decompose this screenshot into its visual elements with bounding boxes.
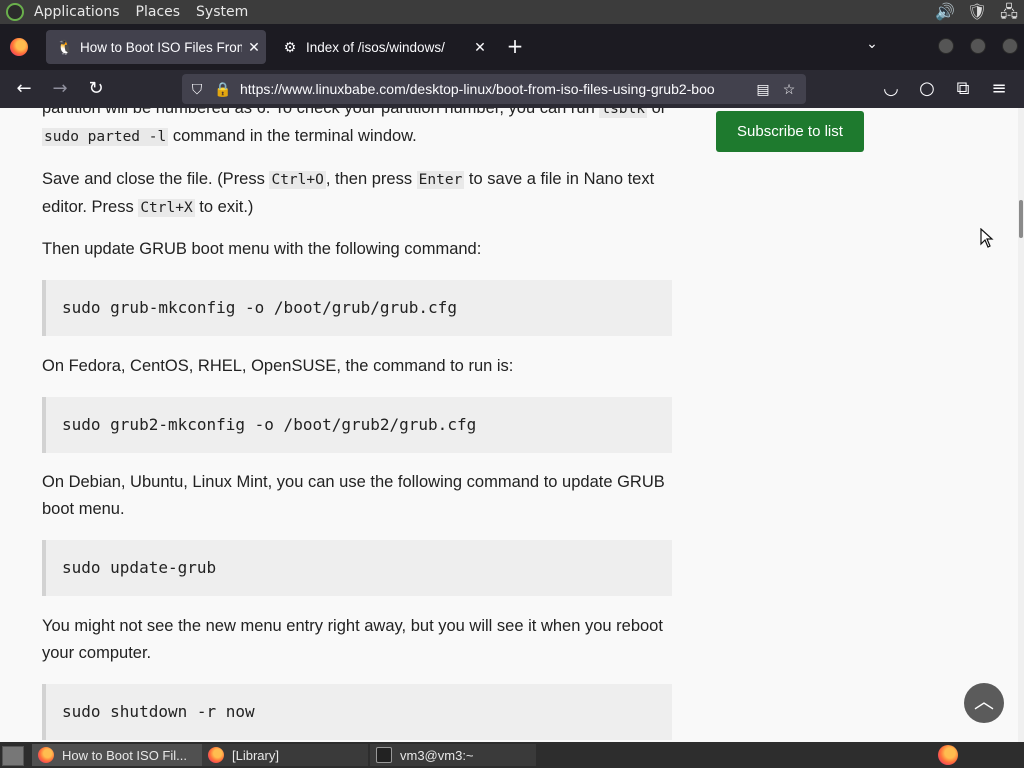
code-command[interactable]: sudo grub2-mkconfig -o /boot/grub2/grub.… <box>62 415 476 434</box>
code-command[interactable]: sudo grub-mkconfig -o /boot/grub/grub.cf… <box>62 298 457 317</box>
inline-code: Ctrl+O <box>269 171 326 189</box>
inline-code: Enter <box>416 171 465 189</box>
taskbar-item-label: [Library] <box>232 747 279 763</box>
inline-code: sudo parted -l <box>42 128 169 146</box>
tab-index-of-isos[interactable]: ⚙ Index of /isos/windows/ ✕ <box>272 30 492 64</box>
mouse-cursor-icon <box>980 228 994 248</box>
account-icon[interactable]: ○ <box>916 78 938 100</box>
paragraph-text: Save and close the file. (Press <box>42 170 265 188</box>
taskbar-item-label: vm3@vm3:~ <box>400 747 474 763</box>
address-bar[interactable]: ⛉ 🔒 https://www.linuxbabe.com/desktop-li… <box>182 74 806 104</box>
desktop-taskbar: How to Boot ISO Fil... [Library] vm3@vm3… <box>0 742 1024 768</box>
scrollbar-thumb[interactable] <box>1019 200 1023 238</box>
show-desktop-icon[interactable] <box>2 746 24 766</box>
taskbar-item-label: How to Boot ISO Fil... <box>62 747 187 763</box>
applications-menu[interactable]: Applications <box>26 0 128 24</box>
code-block[interactable]: sudo grub-mkconfig -o /boot/grub/grub.cf… <box>42 280 672 336</box>
new-tab-plus-icon[interactable]: + <box>504 36 526 56</box>
volume-icon[interactable]: 🔊 <box>934 2 956 22</box>
chevron-down-icon[interactable]: ⌄ <box>862 36 882 52</box>
pocket-icon[interactable]: ◡ <box>880 78 902 100</box>
navigation-toolbar: ← → ↻ ⛉ 🔒 https://www.linuxbabe.com/desk… <box>0 70 1024 108</box>
paragraph-debian-intro: On Debian, Ubuntu, Linux Mint, you can u… <box>42 473 665 518</box>
subscribe-button[interactable]: Subscribe to list <box>716 111 864 152</box>
paragraph-partition-check: partition will be numbered as 6. To chec… <box>42 108 672 151</box>
tracking-shield-icon[interactable]: ⛉ <box>186 81 208 98</box>
tab-title: How to Boot ISO Files From <box>80 39 242 55</box>
folder-icon: ⚙ <box>283 39 297 55</box>
firefox-icon <box>38 747 54 763</box>
code-block[interactable]: sudo shutdown -r now <box>42 684 672 740</box>
places-menu[interactable]: Places <box>128 0 189 24</box>
paragraph-text: partition will be numbered as 6. To chec… <box>42 108 595 117</box>
bookmark-star-icon[interactable]: ☆ <box>778 81 800 98</box>
paragraph-text: or <box>651 108 667 117</box>
back-arrow-icon[interactable]: ← <box>13 78 35 100</box>
inline-code: Ctrl+X <box>138 199 195 217</box>
system-menu[interactable]: System <box>188 0 256 24</box>
lock-icon[interactable]: 🔒 <box>212 81 234 98</box>
paragraph-text: command in the terminal window. <box>172 127 417 145</box>
shield-icon[interactable]: 🛡 <box>966 2 988 22</box>
minimize-window-icon[interactable] <box>938 38 954 54</box>
maximize-window-icon[interactable] <box>970 38 986 54</box>
firefox-icon <box>208 747 224 763</box>
hamburger-menu-icon[interactable]: ≡ <box>988 78 1010 100</box>
code-block[interactable]: sudo grub2-mkconfig -o /boot/grub2/grub.… <box>42 397 672 453</box>
reload-icon[interactable]: ↻ <box>85 78 107 100</box>
close-window-icon[interactable] <box>1002 38 1018 54</box>
web-page-content: partition will be numbered as 6. To chec… <box>0 108 1018 742</box>
extensions-icon[interactable]: ⧉ <box>952 78 974 100</box>
paragraph-text: to exit.) <box>199 198 254 216</box>
code-command[interactable]: sudo shutdown -r now <box>62 702 255 721</box>
taskbar-item-firefox-window[interactable]: How to Boot ISO Fil... <box>32 744 202 766</box>
taskbar-item-terminal[interactable]: vm3@vm3:~ <box>370 744 536 766</box>
code-block[interactable]: sudo update-grub <box>42 540 672 596</box>
distro-logo-icon[interactable] <box>6 3 24 21</box>
system-tray: 🔊 🛡 🖧 <box>934 2 1020 22</box>
firefox-view-icon[interactable] <box>10 38 28 56</box>
tab-how-to-boot-iso[interactable]: 🐧 How to Boot ISO Files From ✕ <box>46 30 266 64</box>
terminal-icon <box>376 747 392 763</box>
code-command[interactable]: sudo update-grub <box>62 558 216 577</box>
network-icon[interactable]: 🖧 <box>998 2 1020 22</box>
close-icon[interactable]: ✕ <box>242 39 266 56</box>
tux-icon: 🐧 <box>56 39 74 55</box>
forward-arrow-icon[interactable]: → <box>49 78 71 100</box>
back-to-top-chevron-up-icon[interactable]: ︿ <box>964 683 1004 723</box>
paragraph-fedora-intro: On Fedora, CentOS, RHEL, OpenSUSE, the c… <box>42 357 514 375</box>
firefox-launcher-icon[interactable] <box>938 745 958 765</box>
taskbar-item-library[interactable]: [Library] <box>202 744 368 766</box>
paragraph-text: , then press <box>325 170 413 188</box>
tab-title: Index of /isos/windows/ <box>306 39 445 55</box>
inline-code: lsblk <box>599 108 647 118</box>
paragraph-save-close: Save and close the file. (Press Ctrl+O, … <box>42 166 672 222</box>
close-icon[interactable]: ✕ <box>468 39 492 56</box>
desktop-top-panel: Applications Places System 🔊 🛡 🖧 <box>0 0 1024 24</box>
url-text[interactable]: https://www.linuxbabe.com/desktop-linux/… <box>240 81 748 97</box>
paragraph-reboot-intro: You might not see the new menu entry rig… <box>42 617 663 662</box>
paragraph-update-grub-intro: Then update GRUB boot menu with the foll… <box>42 240 482 258</box>
reader-view-icon[interactable]: ▤ <box>752 81 774 98</box>
